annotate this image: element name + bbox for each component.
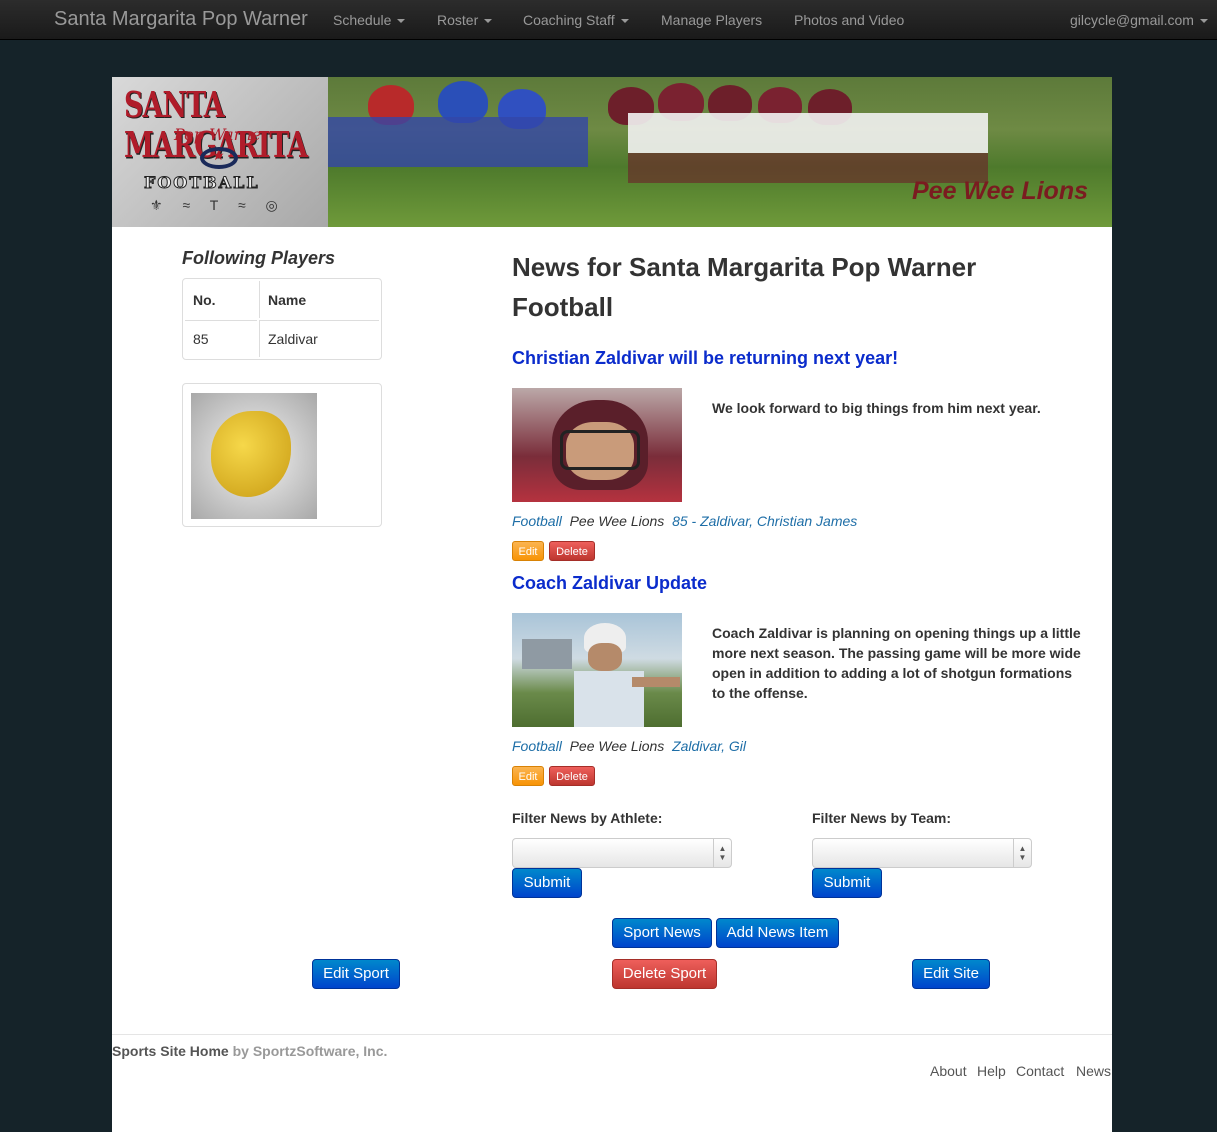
main-container: SANTA MARGARITA Pop Warner ★ FOOTBALL ⚜ … [112, 77, 1112, 1132]
filter-athlete-label: Filter News by Athlete: [512, 810, 663, 826]
footer-byline: by SportzSoftware, Inc. [232, 1043, 388, 1059]
caret-down-icon [397, 19, 406, 24]
add-news-item-button[interactable]: Add News Item [716, 918, 839, 948]
sports-site-home-link[interactable]: Sports Site Home [112, 1043, 229, 1059]
filter-team-select[interactable]: ▲ ▼ [812, 838, 1032, 868]
filter-team-label: Filter News by Team: [812, 810, 952, 826]
filter-athlete-submit-button[interactable]: Submit [512, 868, 582, 898]
team-marks-icon: ⚜ ≈ T ≈ ◎ [150, 197, 286, 213]
post-title-link[interactable]: Coach Zaldivar Update [512, 573, 707, 594]
caret-down-icon [1199, 19, 1208, 24]
edit-post-button[interactable]: Edit [512, 766, 544, 786]
tag-player-fullname-link[interactable]: Christian James [757, 513, 857, 529]
edit-post-button[interactable]: Edit [512, 541, 544, 561]
lion-icon [211, 411, 291, 497]
player-number: 85 [185, 320, 257, 357]
footer-about-link[interactable]: About [930, 1063, 967, 1079]
following-players-title: Following Players [182, 248, 336, 268]
footer-divider [112, 1034, 1112, 1035]
select-arrows-icon: ▲ ▼ [713, 839, 731, 867]
user-menu[interactable]: gilcycle@gmail.com [1070, 12, 1208, 28]
col-name: Name [259, 281, 379, 318]
nav-schedule[interactable]: Schedule [333, 12, 406, 28]
edit-site-button[interactable]: Edit Site [912, 959, 990, 989]
select-arrows-icon: ▲ ▼ [1013, 839, 1031, 867]
footer-contact-link[interactable]: Contact [1016, 1063, 1064, 1079]
post-title-link[interactable]: Christian Zaldivar will be returning nex… [512, 348, 898, 369]
logo-football-text: FOOTBALL [144, 173, 260, 193]
filter-athlete-select[interactable]: ▲ ▼ [512, 838, 732, 868]
table-row[interactable]: 85 Zaldivar [185, 320, 379, 357]
star-icon: ★ [212, 147, 225, 163]
footer-credit: Sports Site Home by SportzSoftware, Inc. [112, 1043, 387, 1059]
league-logo: SANTA MARGARITA Pop Warner ★ FOOTBALL ⚜ … [112, 77, 328, 227]
footer-help-link[interactable]: Help [977, 1063, 1006, 1079]
delete-post-button[interactable]: Delete [549, 541, 595, 561]
caret-down-icon [484, 19, 493, 24]
team-name: Pee Wee Lions [912, 177, 1088, 205]
nav-roster-label: Roster [437, 12, 479, 28]
team-logo-thumbnail [182, 383, 382, 527]
caret-down-icon [620, 19, 629, 24]
filter-team-submit-button[interactable]: Submit [812, 868, 882, 898]
delete-post-button[interactable]: Delete [549, 766, 595, 786]
edit-sport-button[interactable]: Edit Sport [312, 959, 400, 989]
col-number: No. [193, 291, 216, 308]
site-banner: SANTA MARGARITA Pop Warner ★ FOOTBALL ⚜ … [112, 77, 1112, 227]
thumbnail-image [191, 393, 317, 519]
tag-team: Pee Wee Lions [569, 513, 665, 529]
post-body: We look forward to big things from him n… [712, 400, 1041, 416]
post-image-coach [512, 613, 682, 727]
user-email: gilcycle@gmail.com [1070, 12, 1194, 28]
post-image-player [512, 388, 682, 502]
nav-coaching-staff[interactable]: Coaching Staff [523, 12, 629, 28]
tag-player-link[interactable]: 85 - Zaldivar [672, 513, 749, 529]
post-tags: Football Pee Wee Lions 85 - Zaldivar, Ch… [512, 513, 857, 529]
logo-subtitle: Pop Warner [174, 125, 269, 144]
brand-link[interactable]: Santa Margarita Pop Warner [54, 8, 308, 31]
tag-player-link[interactable]: Zaldivar, Gil [672, 738, 746, 754]
tag-separator: , [749, 513, 754, 529]
nav-photos-video[interactable]: Photos and Video [794, 12, 904, 28]
delete-sport-button[interactable]: Delete Sport [612, 959, 717, 989]
nav-manage-players[interactable]: Manage Players [661, 12, 762, 28]
table-header-row: No. Name [185, 281, 379, 318]
nav-schedule-label: Schedule [333, 12, 392, 28]
tag-team: Pee Wee Lions [569, 738, 665, 754]
nav-roster[interactable]: Roster [437, 12, 493, 28]
nav-coaching-staff-label: Coaching Staff [523, 12, 615, 28]
top-navbar: Santa Margarita Pop Warner Schedule Rost… [0, 0, 1217, 40]
player-name: Zaldivar [259, 320, 379, 357]
sport-news-button[interactable]: Sport News [612, 918, 712, 948]
tag-sport-link[interactable]: Football [512, 738, 562, 754]
footer-news-link[interactable]: News [1076, 1063, 1111, 1079]
page-title: News for Santa Margarita Pop Warner Foot… [512, 252, 977, 322]
post-body: Coach Zaldivar is planning on opening th… [712, 625, 1081, 701]
following-players-table: No. Name 85 Zaldivar [182, 278, 382, 360]
tag-sport-link[interactable]: Football [512, 513, 562, 529]
post-tags: Football Pee Wee Lions Zaldivar, Gil [512, 738, 746, 754]
